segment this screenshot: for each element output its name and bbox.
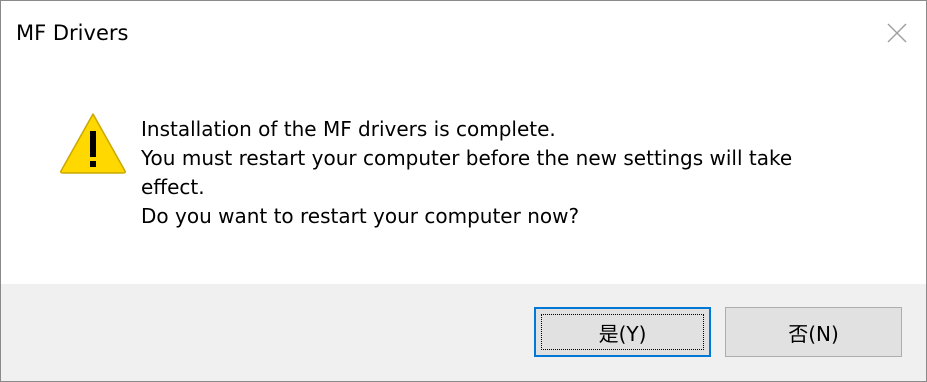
yes-button-label: 是(Y) (598, 321, 647, 346)
warning-icon (60, 113, 126, 174)
title-bar: MF Drivers (1, 1, 926, 63)
dialog-window: MF Drivers Installation of the MF driver… (0, 0, 927, 382)
yes-button[interactable]: 是(Y) (534, 307, 711, 357)
message-line: effect. (141, 175, 205, 199)
message-line: Installation of the MF drivers is comple… (141, 117, 556, 141)
dialog-title: MF Drivers (16, 21, 129, 45)
dialog-content: Installation of the MF drivers is comple… (1, 63, 926, 284)
button-bar: 是(Y) 否(N) (1, 284, 926, 381)
close-button[interactable] (868, 1, 926, 63)
no-button-label: 否(N) (788, 321, 839, 346)
message-text: Installation of the MF drivers is comple… (141, 115, 901, 231)
close-icon (887, 23, 907, 43)
message-line: You must restart your computer before th… (141, 146, 793, 170)
no-button[interactable]: 否(N) (725, 307, 902, 357)
message-line: Do you want to restart your computer now… (141, 204, 580, 228)
